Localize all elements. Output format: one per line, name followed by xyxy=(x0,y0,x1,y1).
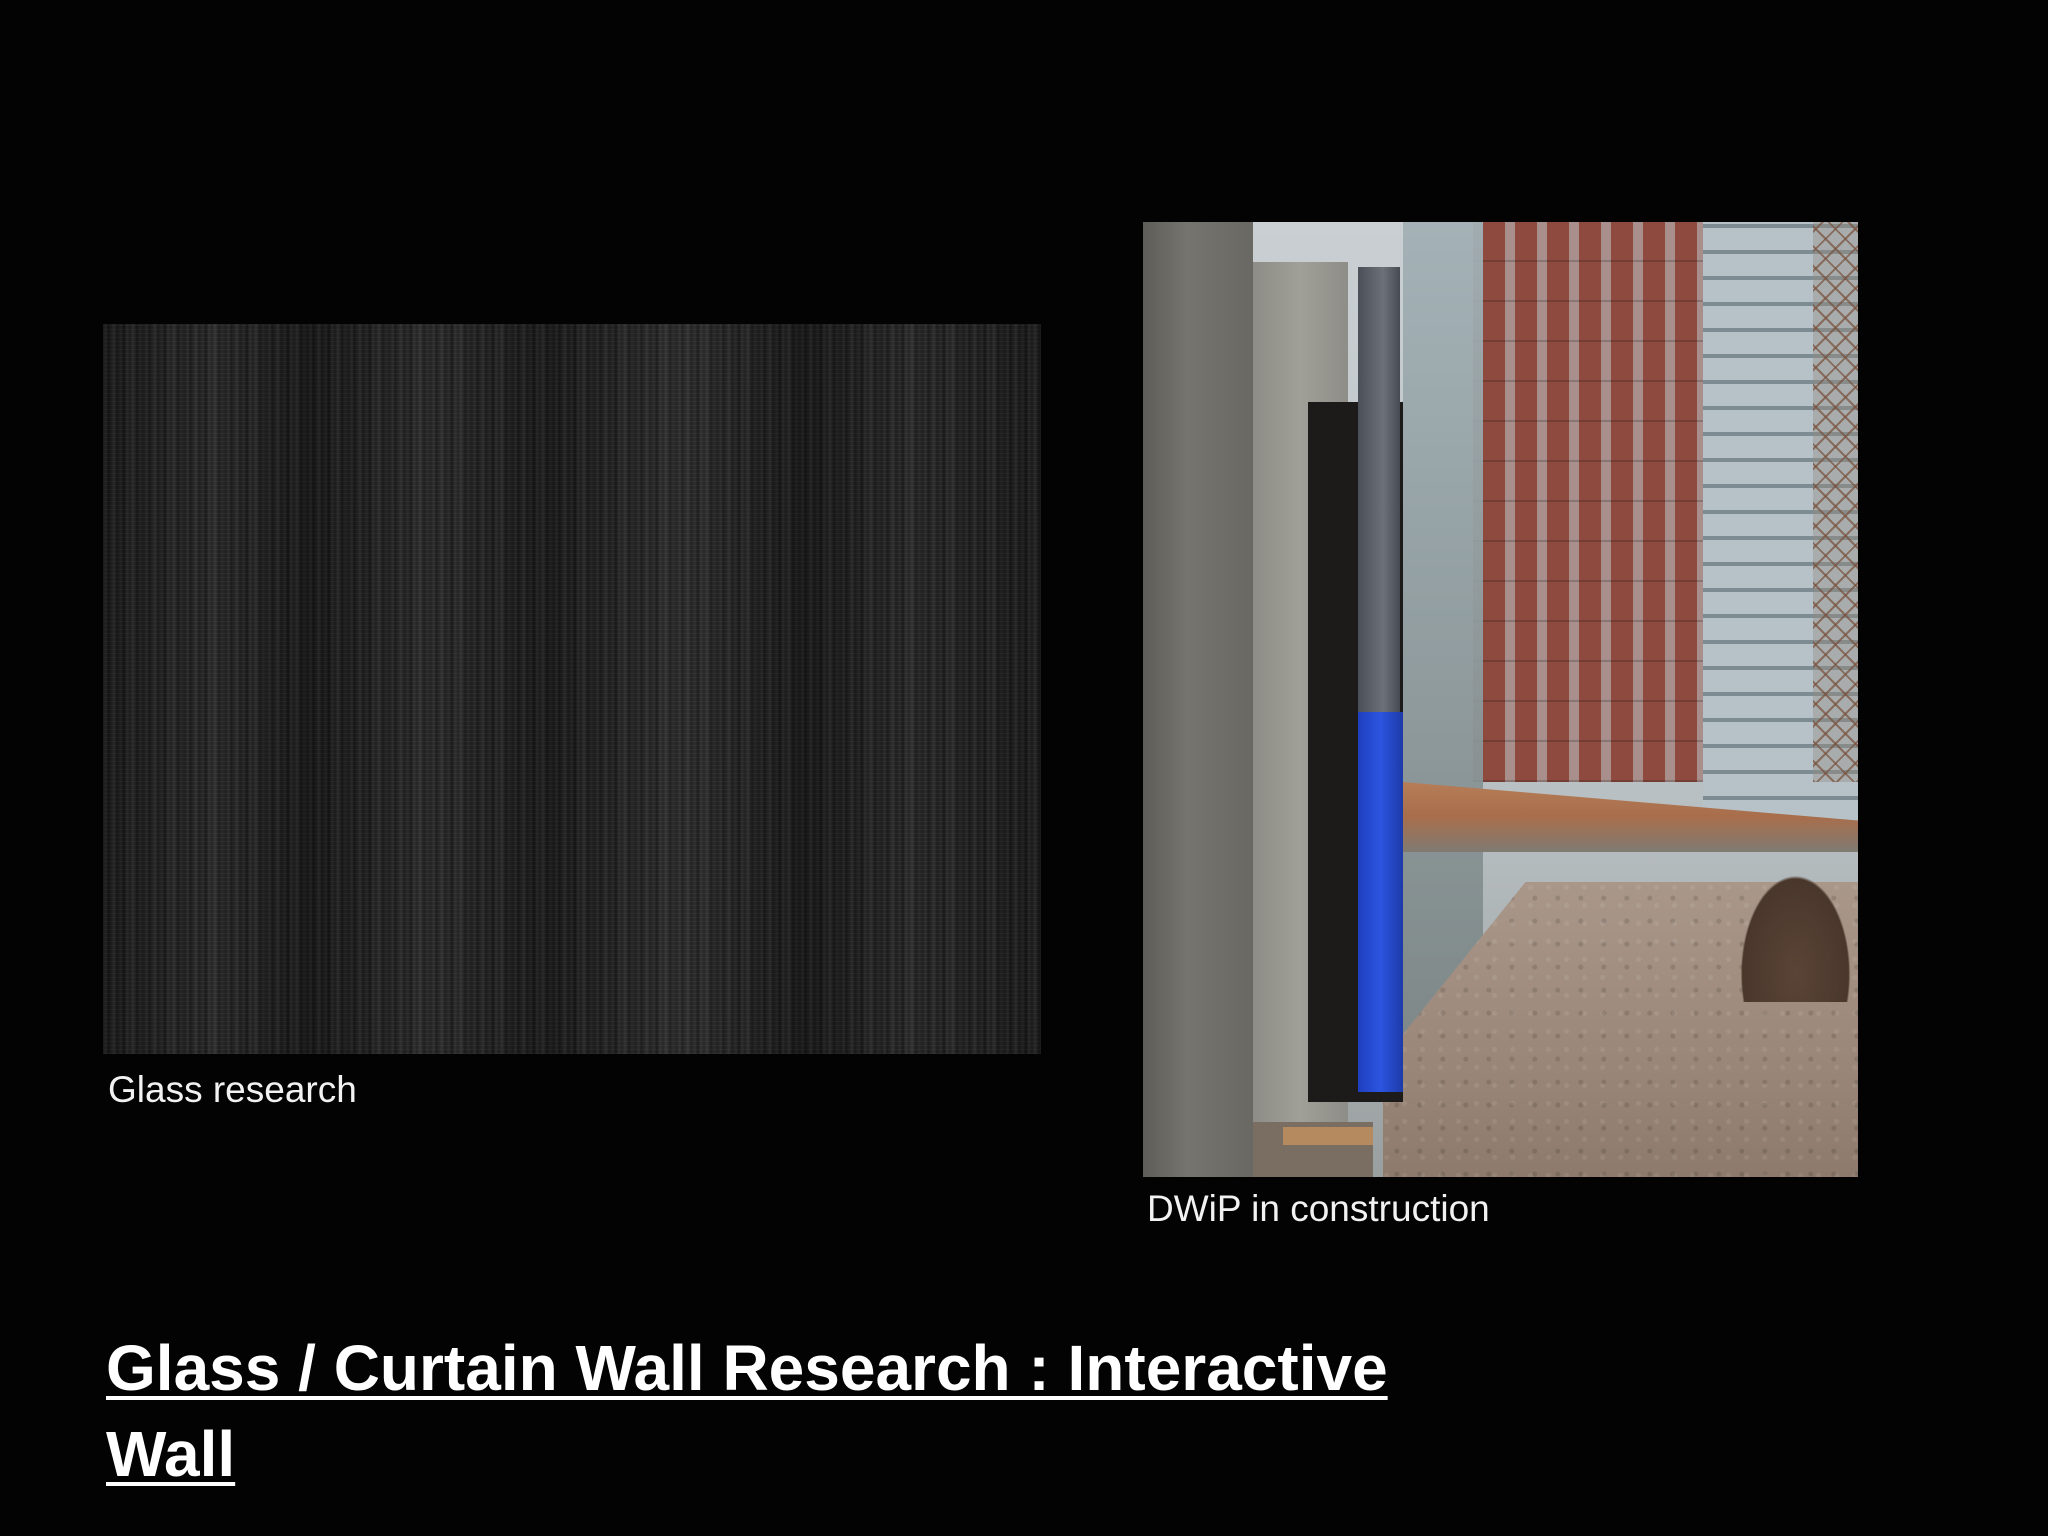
photo-scaffolding xyxy=(1813,222,1858,782)
glass-research-image xyxy=(103,324,1041,1054)
slide-title: Glass / Curtain Wall Research : Interact… xyxy=(106,1332,1388,1490)
photo-concrete-wall xyxy=(1143,222,1253,1177)
photo-dirt-mound xyxy=(1733,862,1858,1002)
photo-copper-strip xyxy=(1283,1127,1373,1145)
glass-research-caption: Glass research xyxy=(108,1069,357,1110)
photo-brick-building xyxy=(1473,222,1703,782)
slide: Glass research DWiP in construction Glas… xyxy=(0,0,2048,1536)
construction-photo xyxy=(1143,222,1858,1177)
construction-caption: DWiP in construction xyxy=(1147,1188,1490,1229)
photo-blue-wrap xyxy=(1358,712,1403,1092)
